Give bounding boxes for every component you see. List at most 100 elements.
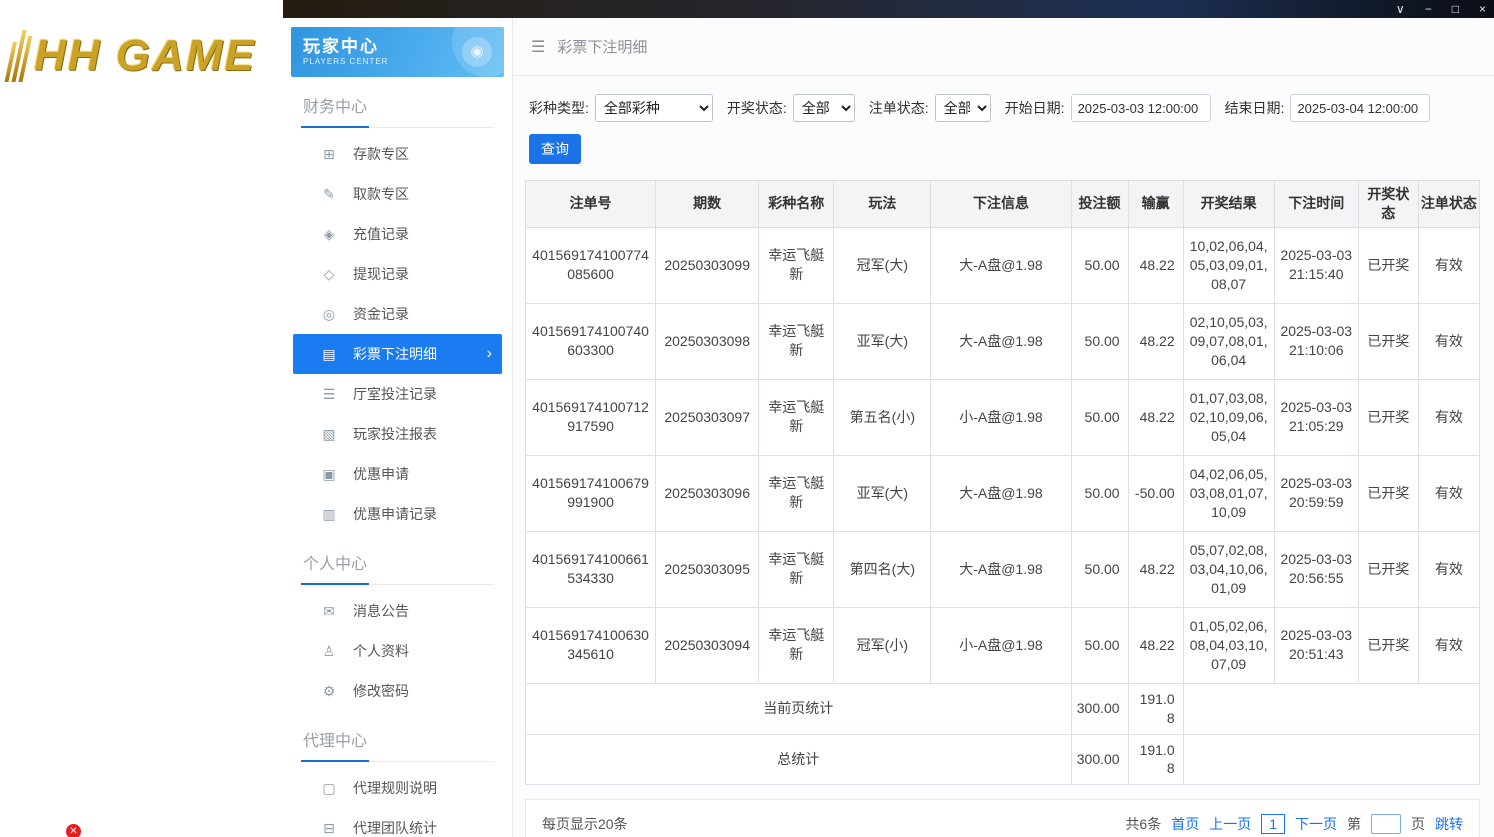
- table-cell: 有效: [1417, 226, 1481, 304]
- table-cell: 已开奖: [1357, 302, 1419, 380]
- bet-status-select[interactable]: 全部: [934, 94, 991, 122]
- section-title-text: 个人中心: [301, 550, 370, 585]
- column-header: 下注时间: [1273, 180, 1359, 228]
- table-cell: 20250303099: [655, 226, 760, 304]
- sidebar-item-agent-rules[interactable]: ▢ 代理规则说明: [293, 768, 502, 808]
- sidebar-item-withdrawal-records[interactable]: ◇ 提现记录: [293, 254, 502, 294]
- sidebar-item-player-bet-report[interactable]: ▧ 玩家投注报表: [293, 414, 502, 454]
- maximize-button[interactable]: □: [1452, 1, 1459, 17]
- sidebar-item-label: 玩家投注报表: [353, 426, 437, 442]
- desktop-left-panel: HH GAME ✕: [0, 0, 283, 837]
- players-center-subtitle: PLAYERS CENTER: [303, 56, 389, 66]
- table-cell: 48.22: [1127, 302, 1184, 380]
- table-cell: 50.00: [1070, 378, 1129, 456]
- next-page-link[interactable]: 下一页: [1295, 814, 1337, 834]
- sidebar-sections: 财务中心 ⊞ 存款专区 ✎ 取款专区 ◈ 充值记录 ◇ 提现记录 ◎ 资金记录 ▤ 彩票下注明细 › ☰ 厅室…: [283, 93, 512, 837]
- sidebar-item-funds-records[interactable]: ◎ 资金记录: [293, 294, 502, 334]
- current-page-indicator[interactable]: 1: [1261, 814, 1285, 835]
- table-cell: 小-A盘@1.98: [930, 606, 1072, 684]
- table-cell: 已开奖: [1357, 454, 1419, 532]
- column-header: 期数: [655, 180, 760, 228]
- lottery-type-label: 彩种类型:: [529, 100, 589, 116]
- lottery-type-select[interactable]: 全部彩种: [594, 94, 713, 122]
- table-cell: 大-A盘@1.98: [930, 302, 1072, 380]
- total-count-label: 共6条: [1125, 816, 1162, 833]
- query-button[interactable]: 查询: [529, 134, 581, 164]
- sidebar-item-promo-application[interactable]: ▣ 优惠申请: [293, 454, 502, 494]
- logo-bars-icon: [4, 30, 33, 82]
- table-row: 401569174100661534330 20250303095 幸运飞艇新 第四名…: [524, 530, 1481, 608]
- table-cell: 冠军(小): [833, 606, 932, 684]
- page-jump-input[interactable]: [1371, 814, 1401, 835]
- end-date-input[interactable]: [1290, 94, 1431, 122]
- messages-icon: ✉: [323, 602, 335, 619]
- summary-empty: [1182, 682, 1481, 735]
- deposit-zone-icon: ⊞: [323, 145, 335, 162]
- agent-team-stats-icon: ⊟: [323, 819, 335, 836]
- table-cell: 已开奖: [1357, 530, 1419, 608]
- hamburger-icon[interactable]: ☰: [531, 37, 545, 57]
- table-cell: 10,02,06,04,05,03,09,01,08,07: [1182, 226, 1275, 304]
- table-cell: 20250303096: [655, 454, 760, 532]
- table-cell: 幸运飞艇新: [758, 606, 835, 684]
- draw-status-select[interactable]: 全部: [792, 94, 855, 122]
- table-cell: 02,10,05,03,09,07,08,01,06,04: [1182, 302, 1275, 380]
- main-content: ☰ 彩票下注明细 彩种类型: 全部彩种 开奖状态: 全部 注单状态: 全部 开始…: [513, 18, 1494, 837]
- prev-page-link[interactable]: 上一页: [1209, 814, 1251, 834]
- table-cell: 有效: [1417, 530, 1481, 608]
- table-cell: 401569174100712917590: [524, 378, 657, 456]
- table-cell: 05,07,02,08,03,04,10,06,01,09: [1182, 530, 1275, 608]
- menu-group: ⊞ 存款专区 ✎ 取款专区 ◈ 充值记录 ◇ 提现记录 ◎ 资金记录 ▤ 彩票下注明细 › ☰ 厅室投注记录…: [283, 128, 512, 534]
- change-password-icon: ⚙: [322, 682, 336, 699]
- sidebar-item-recharge-records[interactable]: ◈ 充值记录: [293, 214, 502, 254]
- minimize-button[interactable]: −: [1425, 1, 1432, 17]
- players-center-titles: 玩家中心 PLAYERS CENTER: [303, 37, 389, 66]
- page-prefix-label: 第: [1347, 816, 1361, 833]
- app-window: ∨ − □ × 玩家中心 PLAYERS CENTER ◉ 财务中心 ⊞ 存款专区 ✎…: [283, 0, 1494, 837]
- table-cell: 2025-03-03 21:05:29: [1273, 378, 1359, 456]
- promo-application-records-icon: ▥: [322, 505, 336, 522]
- pagination-controls: 共6条 首页 上一页 1 下一页 第 页 跳转: [1125, 814, 1463, 835]
- sidebar-item-hall-bet-records[interactable]: ☰ 厅室投注记录: [293, 374, 502, 414]
- sidebar-item-agent-team-stats[interactable]: ⊟ 代理团队统计: [293, 808, 502, 837]
- jump-link[interactable]: 跳转: [1435, 814, 1463, 834]
- page-suffix-label: 页: [1411, 816, 1425, 833]
- end-date-label: 结束日期:: [1224, 100, 1285, 116]
- menu-group: ▢ 代理规则说明 ⊟ 代理团队统计: [283, 762, 512, 837]
- first-page-link[interactable]: 首页: [1171, 814, 1199, 834]
- sidebar-item-change-password[interactable]: ⚙ 修改密码: [293, 671, 502, 711]
- column-header: 注单号: [524, 180, 657, 228]
- pagination-bar: 每页显示20条 共6条 首页 上一页 1 下一页 第 页 跳转: [525, 799, 1480, 837]
- error-close-icon[interactable]: ✕: [66, 824, 81, 837]
- sidebar-item-label: 代理规则说明: [353, 780, 437, 796]
- table-cell: 01,05,02,06,08,04,03,10,07,09: [1182, 606, 1275, 684]
- bets-table: 注单号 期数 彩种名称 玩法 下注信息 投注额 输赢 开奖结果 下注时间 开奖状态 注单状态 401…: [524, 180, 1481, 786]
- table-cell: 已开奖: [1357, 606, 1419, 684]
- table-cell: 48.22: [1127, 530, 1184, 608]
- summary-winloss-total: 191.08: [1127, 682, 1184, 735]
- sidebar-item-label: 修改密码: [353, 683, 409, 699]
- sidebar-item-label: 存款专区: [353, 146, 409, 162]
- summary-label: 当前页统计: [525, 682, 1072, 735]
- section-title: 个人中心: [301, 550, 494, 585]
- sidebar-item-label: 优惠申请记录: [353, 506, 437, 522]
- sidebar-item-deposit-zone[interactable]: ⊞ 存款专区: [293, 134, 502, 174]
- sidebar-item-promo-application-records[interactable]: ▥ 优惠申请记录: [293, 494, 502, 534]
- table-cell: 20250303094: [655, 606, 760, 684]
- start-date-input[interactable]: [1070, 94, 1211, 122]
- titlebar-dropdown-icon[interactable]: ∨: [1396, 1, 1405, 17]
- sidebar-item-messages[interactable]: ✉ 消息公告: [293, 591, 502, 631]
- table-cell: 401569174100740603300: [524, 302, 657, 380]
- table-row: 401569174100630345610 20250303094 幸运飞艇新 冠军(…: [524, 606, 1481, 684]
- section-title-text: 财务中心: [301, 93, 370, 128]
- table-cell: 401569174100679991900: [524, 454, 657, 532]
- sidebar-item-lottery-bet-details[interactable]: ▤ 彩票下注明细 ›: [293, 334, 502, 374]
- content-topbar: ☰ 彩票下注明细: [513, 18, 1494, 76]
- sidebar-item-withdraw-zone[interactable]: ✎ 取款专区: [293, 174, 502, 214]
- sidebar-item-profile[interactable]: ♙ 个人资料: [293, 631, 502, 671]
- close-button[interactable]: ×: [1479, 1, 1486, 17]
- sidebar-item-label: 优惠申请: [353, 466, 409, 482]
- funds-records-icon: ◎: [322, 305, 336, 322]
- logo-text: HH GAME: [34, 31, 256, 80]
- table-cell: -50.00: [1127, 454, 1184, 532]
